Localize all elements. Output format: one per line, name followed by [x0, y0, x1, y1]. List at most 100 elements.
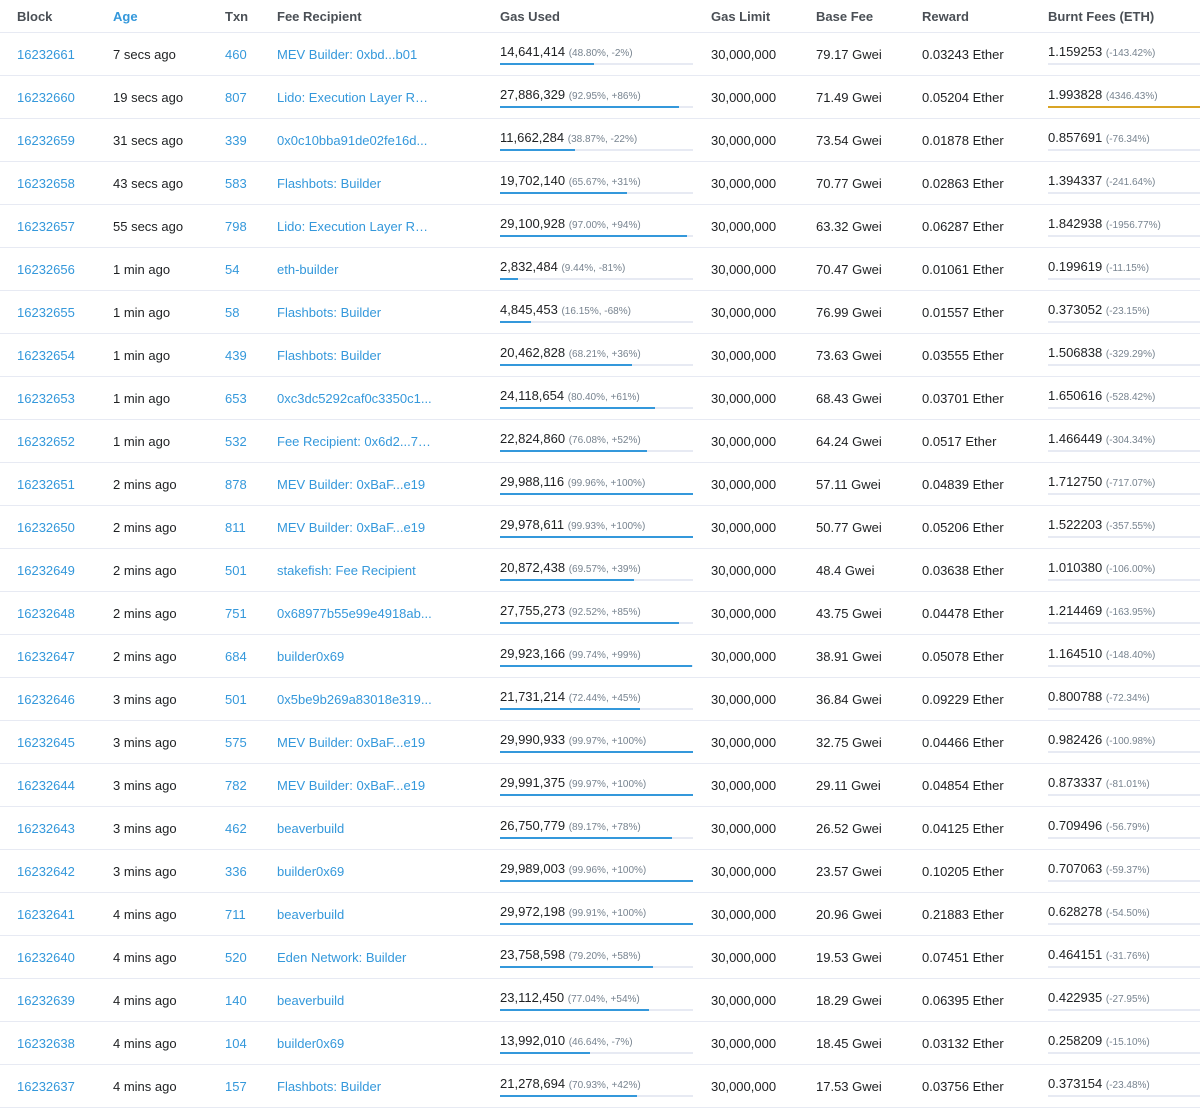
txn-count-link[interactable]: 811	[225, 520, 246, 535]
txn-count-link[interactable]: 157	[225, 1079, 247, 1094]
txn-count-link[interactable]: 336	[225, 864, 247, 879]
gas-used-line: 20,872,438 (69.57%, +39%)	[500, 560, 694, 575]
fee-recipient-cell: 0x68977b55e99e4918ab...	[260, 591, 483, 635]
fee-recipient-link[interactable]: 0xc3dc5292caf0c3350c1...	[277, 391, 432, 406]
txn-count-link[interactable]: 711	[225, 907, 246, 922]
txn-count-link[interactable]: 501	[225, 563, 247, 578]
fee-recipient-link[interactable]: MEV Builder: 0xBaF...e19	[277, 520, 432, 535]
block-number-link[interactable]: 16232650	[17, 520, 75, 535]
block-number-link[interactable]: 16232651	[17, 477, 75, 492]
block-number-link[interactable]: 16232652	[17, 434, 75, 449]
txn-count-link[interactable]: 532	[225, 434, 247, 449]
txn-count-link[interactable]: 520	[225, 950, 247, 965]
block-number-link[interactable]: 16232660	[17, 90, 75, 105]
reward-cell: 0.03701 Ether	[905, 376, 1031, 420]
txn-count-link[interactable]: 140	[225, 993, 247, 1008]
block-number-link[interactable]: 16232640	[17, 950, 75, 965]
burnt-fees-cell: 1.993828 (4346.43%)	[1031, 75, 1200, 119]
block-number-link[interactable]: 16232644	[17, 778, 75, 793]
block-number-link[interactable]: 16232641	[17, 907, 75, 922]
fee-recipient-link[interactable]: Flashbots: Builder	[277, 348, 432, 363]
gas-limit-cell: 30,000,000	[694, 290, 799, 334]
fee-recipient-link[interactable]: MEV Builder: 0xBaF...e19	[277, 735, 432, 750]
base-fee-cell: 68.43 Gwei	[799, 376, 905, 420]
table-row: 16232651 2 mins ago 878 MEV Builder: 0xBaF.…	[0, 462, 1200, 506]
block-number-link[interactable]: 16232657	[17, 219, 75, 234]
block-number-link[interactable]: 16232649	[17, 563, 75, 578]
fee-recipient-link[interactable]: 0x0c10bba91de02fe16d...	[277, 133, 432, 148]
block-number-link[interactable]: 16232638	[17, 1036, 75, 1051]
gas-used-value: 29,990,933	[500, 731, 566, 747]
gas-used-percent: (92.95%, +86%)	[568, 90, 641, 102]
age-cell: 1 min ago	[96, 376, 208, 420]
gas-used-percent: (89.17%, +78%)	[568, 821, 641, 833]
fee-recipient-link[interactable]: Flashbots: Builder	[277, 305, 432, 320]
txn-count-link[interactable]: 575	[225, 735, 247, 750]
block-number-link[interactable]: 16232647	[17, 649, 75, 664]
txn-count-link[interactable]: 460	[225, 47, 247, 62]
txn-count-link[interactable]: 583	[225, 176, 247, 191]
gas-used-bar-track	[500, 62, 693, 65]
burnt-fees-percent: (-717.07%)	[1105, 477, 1156, 489]
gas-used-percent: (77.04%, +54%)	[567, 993, 640, 1005]
block-number-link[interactable]: 16232656	[17, 262, 75, 277]
block-number-link[interactable]: 16232659	[17, 133, 75, 148]
txn-count-link[interactable]: 878	[225, 477, 247, 492]
txn-count-link[interactable]: 462	[225, 821, 247, 836]
fee-recipient-link[interactable]: 0x5be9b269a83018e319...	[277, 692, 432, 707]
block-number-link[interactable]: 16232661	[17, 47, 75, 62]
gas-used-value: 21,731,214	[500, 688, 566, 704]
fee-recipient-link[interactable]: Fee Recipient: 0x6d2...766	[277, 434, 432, 449]
txn-count-link[interactable]: 339	[225, 133, 247, 148]
gas-used-cell: 27,886,329 (92.95%, +86%)	[483, 75, 694, 119]
fee-recipient-cell: builder0x69	[260, 634, 483, 678]
fee-recipient-link[interactable]: MEV Builder: 0xbd...b01	[277, 47, 432, 62]
burnt-fees-percent: (-27.95%)	[1105, 993, 1150, 1005]
fee-recipient-link[interactable]: eth-builder	[277, 262, 432, 277]
fee-recipient-link[interactable]: Flashbots: Builder	[277, 176, 432, 191]
block-number-link[interactable]: 16232655	[17, 305, 75, 320]
txn-count-link[interactable]: 439	[225, 348, 247, 363]
burnt-fees-value: 1.712750	[1048, 473, 1103, 489]
fee-recipient-link[interactable]: Lido: Execution Layer Re...	[277, 219, 432, 234]
txn-count-link[interactable]: 653	[225, 391, 247, 406]
fee-recipient-link[interactable]: builder0x69	[277, 1036, 432, 1051]
txn-count-link[interactable]: 54	[225, 262, 239, 277]
block-number-link[interactable]: 16232658	[17, 176, 75, 191]
fee-recipient-link[interactable]: Flashbots: Builder	[277, 1079, 432, 1094]
txn-count-link[interactable]: 798	[225, 219, 247, 234]
block-cell: 16232657	[0, 204, 96, 248]
block-number-link[interactable]: 16232654	[17, 348, 75, 363]
table-row: 16232640 4 mins ago 520 Eden Network: Build…	[0, 935, 1200, 979]
header-age[interactable]: Age	[96, 0, 208, 33]
txn-count-link[interactable]: 751	[225, 606, 247, 621]
fee-recipient-cell: Lido: Execution Layer Re...	[260, 75, 483, 119]
fee-recipient-link[interactable]: beaverbuild	[277, 821, 432, 836]
block-number-link[interactable]: 16232639	[17, 993, 75, 1008]
fee-recipient-link[interactable]: beaverbuild	[277, 907, 432, 922]
block-number-link[interactable]: 16232645	[17, 735, 75, 750]
txn-count-link[interactable]: 58	[225, 305, 239, 320]
fee-recipient-link[interactable]: MEV Builder: 0xBaF...e19	[277, 778, 432, 793]
txn-count-link[interactable]: 807	[225, 90, 247, 105]
block-number-link[interactable]: 16232648	[17, 606, 75, 621]
gas-used-bar-track	[500, 965, 693, 968]
burnt-fees-line: 1.159253 (-143.42%)	[1048, 44, 1200, 59]
txn-count-link[interactable]: 501	[225, 692, 247, 707]
block-number-link[interactable]: 16232643	[17, 821, 75, 836]
block-number-link[interactable]: 16232642	[17, 864, 75, 879]
txn-count-link[interactable]: 104	[225, 1036, 247, 1051]
block-number-link[interactable]: 16232653	[17, 391, 75, 406]
fee-recipient-link[interactable]: stakefish: Fee Recipient	[277, 563, 432, 578]
fee-recipient-link[interactable]: beaverbuild	[277, 993, 432, 1008]
fee-recipient-link[interactable]: builder0x69	[277, 649, 432, 664]
txn-count-link[interactable]: 782	[225, 778, 247, 793]
fee-recipient-link[interactable]: MEV Builder: 0xBaF...e19	[277, 477, 432, 492]
block-number-link[interactable]: 16232637	[17, 1079, 75, 1094]
fee-recipient-link[interactable]: Eden Network: Builder	[277, 950, 432, 965]
txn-count-link[interactable]: 684	[225, 649, 247, 664]
fee-recipient-link[interactable]: 0x68977b55e99e4918ab...	[277, 606, 432, 621]
block-number-link[interactable]: 16232646	[17, 692, 75, 707]
fee-recipient-link[interactable]: Lido: Execution Layer Re...	[277, 90, 432, 105]
fee-recipient-link[interactable]: builder0x69	[277, 864, 432, 879]
